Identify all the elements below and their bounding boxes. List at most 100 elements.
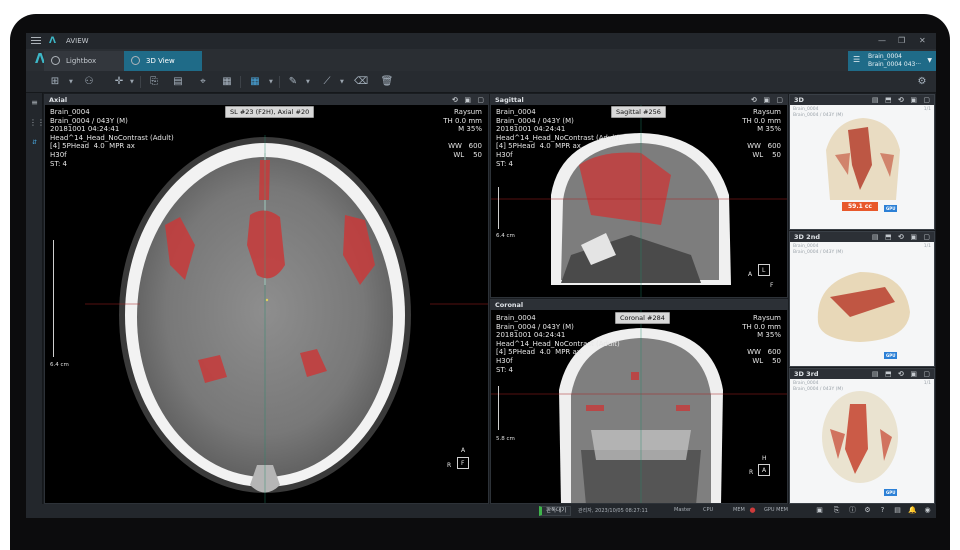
close-icon[interactable]: ✕ — [919, 36, 926, 45]
viewport-coronal[interactable]: Coronal Coronal #284 Brain_0004 Brain_00… — [490, 299, 788, 504]
settings-icon[interactable]: ⚙ — [863, 506, 872, 515]
report-icon[interactable]: ▦ — [220, 75, 234, 89]
orient-label: A — [461, 447, 466, 454]
brush-icon[interactable]: ⟋ — [320, 75, 334, 89]
orient-label: F — [770, 282, 774, 289]
patient-line-2: Brain_0004 043··· — [868, 61, 922, 68]
viewport-tools-icon[interactable]: ⟲ ▣ ▢ — [751, 96, 785, 104]
panel-tools-icon[interactable]: ▤ ⬒ ⟲ ▣ ▢ — [872, 370, 932, 378]
orient-label: L — [762, 267, 766, 274]
panel-tools-icon[interactable]: ▤ ⬒ ⟲ ▣ ▢ — [872, 96, 932, 104]
info-icon[interactable]: ⓘ — [848, 506, 857, 515]
eraser-icon[interactable]: ⌫ — [354, 75, 368, 89]
panel-header: 3D 3rd ▤ ⬒ ⟲ ▣ ▢ — [790, 369, 934, 379]
orientation-cube: A R F — [447, 447, 477, 477]
user-timestamp: 관리자, 2023/10/05 08:27:11 — [578, 508, 648, 514]
restore-icon[interactable]: ❐ — [898, 36, 905, 45]
gpu-badge: GPU — [884, 489, 898, 496]
tab-lightbox[interactable]: Lightbox — [44, 51, 124, 71]
app-title: AVIEW — [66, 37, 89, 45]
patient-selector[interactable]: ☰ Brain_0004 Brain_0004 043··· ▼ — [848, 51, 936, 71]
scale-ruler-label: 5.8 cm — [496, 436, 515, 442]
crosshair-icon[interactable]: ✛ — [112, 75, 126, 89]
panel-3d-1[interactable]: 3D ▤ ⬒ ⟲ ▣ ▢ Brain_0004 Brain_0004 / 043… — [789, 94, 935, 230]
panel-tools-icon[interactable]: ▤ ⬒ ⟲ ▣ ▢ — [872, 233, 932, 241]
help-icon[interactable]: ? — [878, 506, 887, 515]
scale-ruler — [53, 240, 58, 357]
status-bar: 판독대기 관리자, 2023/10/05 08:27:11 Master CPU… — [26, 504, 936, 518]
mem-label: MEM — [733, 507, 745, 513]
orientation-cube: A L F — [748, 258, 780, 292]
job-status[interactable]: 판독대기 — [539, 506, 572, 516]
chevron-down-icon[interactable]: ▼ — [130, 75, 134, 89]
panel-title: 3D 2nd — [794, 233, 820, 241]
export-icon[interactable]: ⎘ — [832, 506, 841, 515]
toolbar-divider — [279, 76, 280, 88]
slice-indicator: Coronal #284 — [615, 312, 670, 324]
panel-3d-2[interactable]: 3D 2nd ▤ ⬒ ⟲ ▣ ▢ Brain_0004 Brain_0004 /… — [789, 231, 935, 367]
chevron-down-icon: ▼ — [927, 57, 932, 64]
minimize-icon[interactable]: — — [878, 36, 886, 45]
user-tool-icon[interactable]: ⚇ — [82, 75, 96, 89]
toolbar-divider — [140, 76, 141, 88]
dicom-info-right: Raysum TH 0.0 mm M 35% WW 600 WL 50 — [443, 108, 482, 159]
viewport-tools-icon[interactable]: ⟲ ▣ ▢ — [452, 96, 486, 104]
dicom-info-left: Brain_0004 Brain_0004 / 043Y (M) 2018100… — [496, 108, 620, 168]
orient-label: A — [762, 467, 767, 474]
panel-title: 3D 3rd — [794, 370, 819, 378]
grid-icon[interactable]: ⋮⋮ — [29, 117, 45, 128]
notes-icon[interactable]: ▤ — [893, 506, 902, 515]
bell-icon[interactable]: 🔔 — [908, 506, 917, 515]
account-icon[interactable]: ◉ — [923, 506, 932, 515]
tab-label: Lightbox — [66, 57, 97, 65]
chevron-down-icon[interactable]: ▼ — [306, 75, 310, 89]
dicom-info-left: Brain_0004 Brain_0004 / 043Y (M) 2018100… — [50, 108, 174, 168]
clock-icon — [131, 56, 140, 65]
volume-render-image — [817, 272, 910, 342]
orient-label: R — [749, 469, 754, 476]
gpu-badge: GPU — [884, 205, 898, 212]
settings-icon[interactable]: ⚙ — [915, 75, 929, 89]
viewport-axial[interactable]: Axial ⟲ ▣ ▢ SL #23 (F2H), Axial #20 Brai… — [44, 94, 489, 504]
clock-icon — [51, 56, 60, 65]
tab-3d-view[interactable]: 3D View — [124, 51, 202, 71]
dicom-info-left: Brain_0004 Brain_0004 / 043Y (M) 2018100… — [496, 314, 620, 374]
scale-ruler — [498, 386, 503, 430]
gpu-badge: GPU — [884, 352, 898, 359]
layout-icon[interactable]: ⊞ — [48, 75, 62, 89]
sync-icon[interactable]: ⇵ — [29, 137, 40, 148]
gpu-mem-label: GPU MEM — [764, 507, 788, 513]
panel-3d-3[interactable]: 3D 3rd ▤ ⬒ ⟲ ▣ ▢ Brain_0004 Brain_0004 /… — [789, 368, 935, 504]
cpu-label: CPU — [703, 507, 714, 513]
chevron-down-icon[interactable]: ▼ — [69, 75, 73, 89]
volume-render-image — [822, 391, 898, 483]
viewport-sagittal[interactable]: Sagittal ⟲ ▣ ▢ Sagittal #256 Brain_0004 … — [490, 94, 788, 298]
viewport-header: Axial ⟲ ▣ ▢ — [45, 95, 488, 105]
reset-view-icon[interactable]: ⌖ — [196, 75, 210, 89]
grid-layout-icon[interactable]: ▦ — [248, 75, 262, 89]
menu-icon[interactable] — [31, 37, 41, 45]
dicom-info-right: Raysum TH 0.0 mm M 35% WW 600 WL 50 — [742, 108, 781, 159]
left-tool-panel: ≡ ⋮⋮ ⇵ — [26, 93, 45, 518]
panel-title: 3D — [794, 96, 804, 104]
tab-bar: Λ Lightbox 3D View ☰ Brain_0004 Brain_00… — [26, 49, 936, 71]
toolbar-divider — [240, 76, 241, 88]
chevron-down-icon[interactable]: ▼ — [269, 75, 273, 89]
screen-capture-icon[interactable]: ⎘ — [147, 75, 161, 89]
pen-icon[interactable]: ✎ — [286, 75, 300, 89]
scale-ruler — [498, 187, 503, 229]
scale-ruler-label: 6.4 cm — [496, 233, 515, 239]
master-label: Master — [674, 507, 692, 513]
app-logo-icon: Λ — [49, 36, 56, 46]
orient-label: R — [447, 462, 452, 469]
orient-label: A — [748, 271, 753, 278]
chevron-down-icon[interactable]: ▼ — [340, 75, 344, 89]
list-icon[interactable]: ≡ — [29, 97, 40, 108]
panel-header: 3D 2nd ▤ ⬒ ⟲ ▣ ▢ — [790, 232, 934, 242]
save-icon[interactable]: ▣ — [815, 506, 824, 515]
delete-icon[interactable]: 🗑 — [380, 75, 394, 89]
title-bar: Λ AVIEW — ❐ ✕ — [26, 33, 936, 49]
viewport-header: Sagittal ⟲ ▣ ▢ — [491, 95, 787, 105]
display-settings-icon[interactable]: ▤ — [171, 75, 185, 89]
volume-render-image — [826, 118, 900, 200]
